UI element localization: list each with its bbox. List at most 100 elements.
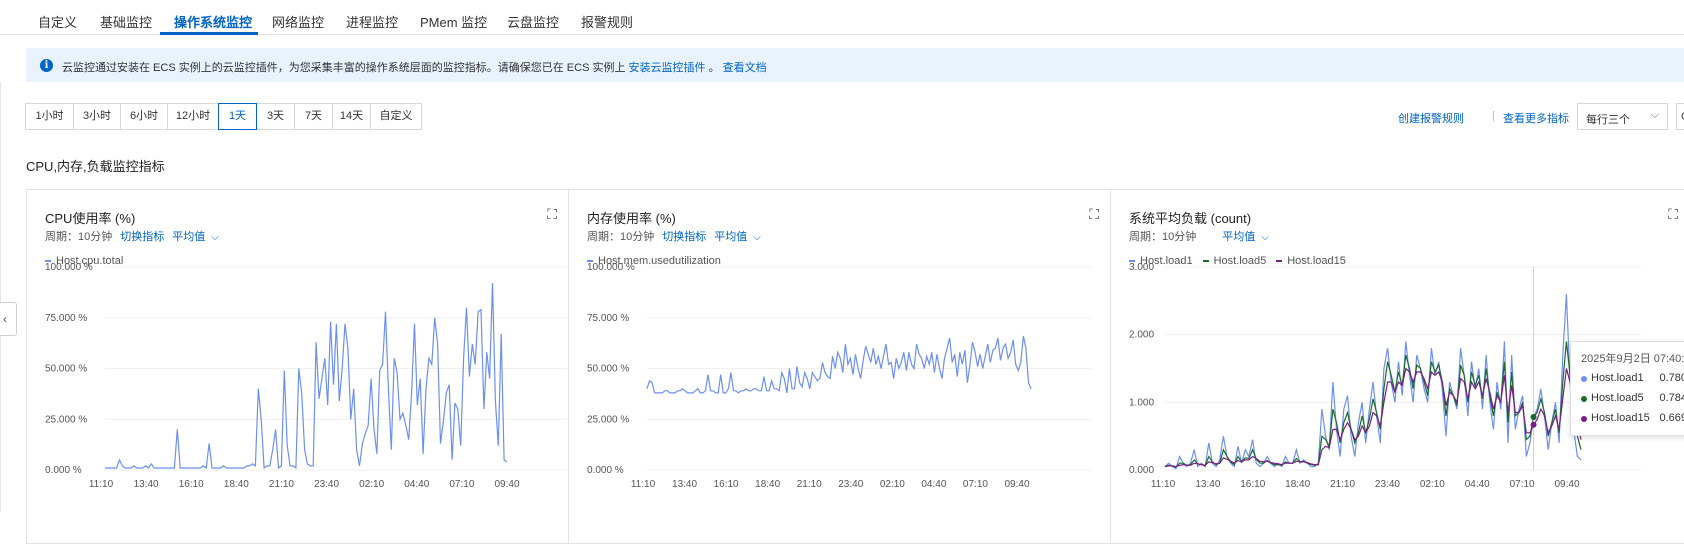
y-tick-label: 25.000 % — [45, 414, 87, 425]
series-dot — [1581, 376, 1587, 382]
sidebar-collapse-button[interactable]: ‹ — [0, 302, 17, 336]
x-tick-label: 07:10 — [963, 479, 988, 490]
x-tick-label: 07:10 — [449, 479, 474, 490]
time-7d-button[interactable]: 7天 — [294, 103, 333, 130]
chevron-left-icon: ‹ — [3, 312, 7, 326]
layout-select-value: 每行三个 — [1586, 114, 1630, 126]
tooltip-time: 2025年9月2日 07:40:00 — [1581, 353, 1684, 365]
tab-os-monitoring[interactable]: 操作系统监控 — [174, 12, 252, 31]
section-title: CPU,内存,负载监控指标 — [26, 159, 165, 174]
x-tick-label: 13:40 — [1195, 479, 1220, 490]
time-12h-button[interactable]: 12小时 — [167, 103, 219, 130]
x-tick-label: 13:40 — [672, 479, 697, 490]
time-1d-button[interactable]: 1天 — [218, 103, 257, 130]
y-tick-label: 50.000 % — [45, 364, 87, 375]
series-line — [1164, 294, 1582, 470]
more-metrics-link[interactable]: 查看更多指标 — [1503, 110, 1569, 126]
banner-separator: 。 — [708, 62, 720, 74]
x-tick-label: 23:40 — [838, 479, 863, 490]
series-line — [105, 283, 508, 470]
hover-point-marker — [1530, 413, 1537, 420]
refresh-button[interactable]: ⟳ — [1676, 103, 1684, 130]
series-line — [646, 335, 1032, 394]
y-tick-label: 25.000 % — [587, 414, 629, 425]
x-tick-label: 18:40 — [755, 479, 780, 490]
y-tick-label: 0.000 — [1129, 465, 1154, 476]
link-separator: | — [1492, 110, 1495, 122]
time-14d-button[interactable]: 14天 — [332, 103, 371, 130]
tooltip-series-value: 0.784 — [1659, 392, 1684, 404]
x-tick-label: 02:10 — [1420, 479, 1445, 490]
x-tick-label: 21:10 — [1330, 479, 1355, 490]
tab-network-monitoring[interactable]: 网络监控 — [272, 12, 324, 31]
banner-text: 云监控通过安装在 ECS 实例上的云监控插件，为您采集丰富的操作系统层面的监控指… — [62, 59, 767, 75]
chevron-down-icon: ⌵ — [1650, 109, 1659, 121]
time-6h-button[interactable]: 6小时 — [120, 103, 168, 130]
x-tick-label: 04:40 — [921, 479, 946, 490]
cpu-usage-chart[interactable]: 0.000 % 25.000 % 50.000 % 75.000 % 100.000 %… — [27, 190, 576, 544]
x-tick-label: 13:40 — [134, 479, 159, 490]
time-3h-button[interactable]: 3小时 — [73, 103, 121, 130]
x-tick-label: 07:10 — [1510, 479, 1535, 490]
x-tick-label: 04:40 — [404, 479, 429, 490]
x-tick-label: 23:40 — [1375, 479, 1400, 490]
x-tick-label: 21:10 — [797, 479, 822, 490]
y-tick-label: 50.000 % — [587, 364, 629, 375]
info-banner: i 云监控通过安装在 ECS 实例上的云监控插件，为您采集丰富的操作系统层面的监… — [26, 48, 1684, 82]
time-custom-button[interactable]: 自定义 — [370, 103, 422, 130]
hover-point-marker — [1530, 421, 1537, 428]
info-icon: i — [40, 59, 53, 72]
tab-basic-monitoring[interactable]: 基础监控 — [100, 12, 152, 31]
memory-usage-card: 内存使用率 (%) 周期：10分钟 切换指标 平均值 ⌵ ⛶ Host.mem.use… — [568, 189, 1118, 544]
x-tick-label: 21:10 — [269, 479, 294, 490]
x-tick-label: 18:40 — [1285, 479, 1310, 490]
tooltip-series-name: Host.load15 — [1591, 412, 1650, 424]
tab-custom[interactable]: 自定义 — [38, 12, 77, 31]
series-dot — [1581, 396, 1587, 402]
tooltip-series-name: Host.load1 — [1591, 372, 1644, 384]
banner-message: 云监控通过安装在 ECS 实例上的云监控插件，为您采集丰富的操作系统层面的监控指… — [62, 62, 626, 74]
x-tick-label: 09:40 — [494, 479, 519, 490]
x-tick-label: 04:40 — [1465, 479, 1490, 490]
y-tick-label: 3.000 — [1129, 262, 1154, 273]
tooltip-row: Host.load5 0.784 — [1581, 392, 1684, 406]
x-tick-label: 09:40 — [1554, 479, 1579, 490]
layout-select[interactable]: 每行三个 ⌵ — [1577, 103, 1668, 130]
tab-process-monitoring[interactable]: 进程监控 — [346, 12, 398, 31]
x-tick-label: 11:10 — [89, 479, 114, 490]
view-docs-link[interactable]: 查看文档 — [723, 62, 767, 74]
y-tick-label: 2.000 — [1129, 330, 1154, 341]
memory-usage-chart[interactable]: 0.000 % 25.000 % 50.000 % 75.000 % 100.000 %… — [569, 190, 1118, 544]
x-tick-label: 16:10 — [714, 479, 739, 490]
cpu-usage-card: CPU使用率 (%) 周期：10分钟 切换指标 平均值 ⌵ ⛶ Host.cpu.to… — [26, 189, 576, 544]
tab-pmem-monitoring[interactable]: PMem 监控 — [420, 12, 487, 31]
tab-cloud-disk-monitoring[interactable]: 云盘监控 — [507, 12, 559, 31]
y-tick-label: 75.000 % — [587, 313, 629, 324]
y-tick-label: 100.000 % — [45, 262, 93, 273]
chart-tooltip: 2025年9月2日 07:40:00 Host.load1 0.780 Host… — [1570, 341, 1684, 436]
series-line — [1164, 341, 1582, 469]
x-tick-label: 09:40 — [1004, 479, 1029, 490]
time-1h-button[interactable]: 1小时 — [25, 103, 74, 130]
tooltip-series-name: Host.load5 — [1591, 392, 1644, 404]
x-tick-label: 02:10 — [359, 479, 384, 490]
x-tick-label: 16:10 — [1240, 479, 1265, 490]
tooltip-row: Host.load15 0.669 — [1581, 412, 1684, 426]
tooltip-series-value: 0.669 — [1659, 412, 1684, 424]
y-tick-label: 1.000 — [1129, 397, 1154, 408]
x-tick-label: 18:40 — [224, 479, 249, 490]
time-3d-button[interactable]: 3天 — [256, 103, 295, 130]
y-tick-label: 75.000 % — [45, 313, 87, 324]
create-alert-rule-link[interactable]: 创建报警规则 — [1398, 110, 1464, 126]
y-tick-label: 100.000 % — [587, 262, 635, 273]
x-tick-label: 16:10 — [179, 479, 204, 490]
time-range-selector: 1小时 3小时 6小时 12小时 1天 3天 7天 14天 自定义 — [25, 103, 422, 130]
x-tick-label: 11:10 — [1151, 479, 1176, 490]
tab-alert-rules[interactable]: 报警规则 — [581, 12, 633, 31]
left-divider — [0, 82, 1, 512]
y-tick-label: 0.000 % — [587, 465, 624, 476]
tooltip-series-value: 0.780 — [1659, 372, 1684, 384]
y-tick-label: 0.000 % — [45, 465, 82, 476]
series-dot — [1581, 416, 1587, 422]
install-plugin-link[interactable]: 安装云监控插件 — [629, 62, 706, 74]
